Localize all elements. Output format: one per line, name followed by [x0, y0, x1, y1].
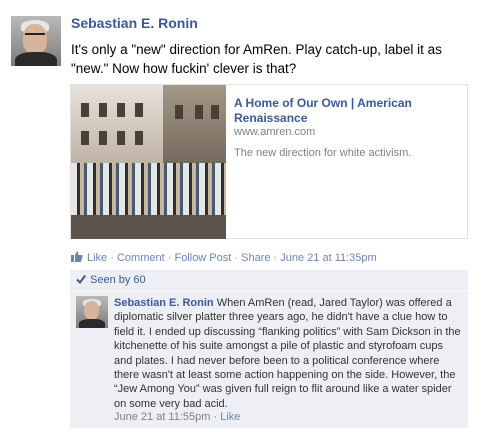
comment-like-link[interactable]: Like	[220, 411, 240, 423]
separator: ·	[273, 252, 278, 264]
shared-link-card[interactable]: A Home of Our Own | American Renaissance…	[70, 84, 468, 239]
thumbs-up-icon	[71, 251, 83, 262]
post-actions: Like · Comment · Follow Post · Share · J…	[71, 251, 377, 264]
link-domain: www.amren.com	[234, 126, 316, 138]
post-author-avatar[interactable]	[11, 16, 61, 66]
separator: ·	[167, 252, 172, 264]
comment-timestamp[interactable]: June 21 at 11:55pm	[114, 411, 210, 423]
seen-by-bar[interactable]: Seen by 60	[70, 270, 468, 290]
post-author-name[interactable]: Sebastian E. Ronin	[71, 15, 198, 31]
comment-body: Sebastian E. Ronin When AmRen (read, Jar…	[114, 296, 464, 411]
share-link[interactable]: Share	[241, 252, 270, 264]
link-description: The new direction for white activism.	[234, 147, 412, 159]
follow-post-link[interactable]: Follow Post	[174, 252, 231, 264]
comment-item: Sebastian E. Ronin When AmRen (read, Jar…	[70, 291, 468, 428]
separator: ·	[234, 252, 239, 264]
seen-by-count[interactable]: Seen by 60	[90, 274, 146, 286]
link-thumbnail-image[interactable]	[71, 85, 226, 239]
comment-text: When AmRen (read, Jared Taylor) was offe…	[114, 297, 461, 410]
checkmark-icon	[76, 274, 86, 284]
comment-author-avatar[interactable]	[76, 296, 108, 328]
comment-link[interactable]: Comment	[117, 252, 165, 264]
like-link[interactable]: Like	[87, 252, 107, 264]
separator: ·	[110, 252, 114, 264]
comment-meta: June 21 at 11:55pm · Like	[114, 411, 240, 423]
post-timestamp[interactable]: June 21 at 11:35pm	[280, 252, 376, 264]
link-title[interactable]: A Home of Our Own | American Renaissance	[234, 96, 459, 126]
separator: ·	[213, 411, 218, 423]
post-message: It's only a "new" direction for AmRen. P…	[71, 42, 442, 76]
comment-author-name[interactable]: Sebastian E. Ronin	[114, 297, 214, 309]
